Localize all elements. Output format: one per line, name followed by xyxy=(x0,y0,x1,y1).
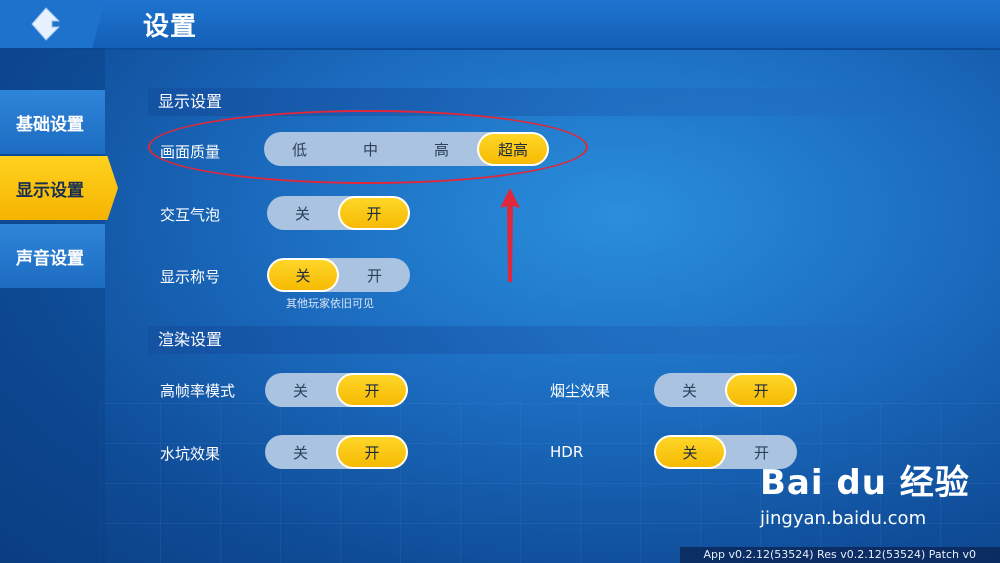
dust-on-option[interactable]: 开 xyxy=(725,373,797,407)
high-fps-label: 高帧率模式 xyxy=(160,382,236,400)
annotation-oval xyxy=(148,110,588,184)
watermark-logo: Bai du 经验 xyxy=(760,463,970,503)
bubbles-on-option[interactable]: 开 xyxy=(338,196,410,230)
bubbles-toggle: 关 开 xyxy=(267,196,410,230)
dust-off-option[interactable]: 关 xyxy=(654,373,725,407)
baidu-watermark: Bai du 经验 jingyan.baidu.com xyxy=(760,455,970,529)
sidebar-item-basic[interactable]: 基础设置 xyxy=(0,90,105,154)
dust-label: 烟尘效果 xyxy=(550,382,611,400)
version-footer: App v0.2.12(53524) Res v0.2.12(53524) Pa… xyxy=(680,547,1000,563)
back-button[interactable] xyxy=(0,0,105,48)
top-bar: 设置 xyxy=(0,0,1000,50)
titles-note: 其他玩家依旧可见 xyxy=(286,297,374,310)
high-fps-toggle: 关 开 xyxy=(265,373,408,407)
annotation-arrow-icon xyxy=(500,188,520,282)
render-section-header: 渲染设置 xyxy=(148,326,988,354)
titles-toggle: 关 开 xyxy=(267,258,410,292)
hdr-label: HDR xyxy=(550,443,584,461)
bubbles-off-option[interactable]: 关 xyxy=(267,196,338,230)
sidebar-item-display[interactable]: 显示设置 xyxy=(0,156,118,220)
titles-label: 显示称号 xyxy=(160,268,221,286)
bubbles-label: 交互气泡 xyxy=(160,206,221,224)
water-label: 水坑效果 xyxy=(160,445,221,463)
water-off-option[interactable]: 关 xyxy=(265,435,336,469)
page-title: 设置 xyxy=(143,12,198,42)
display-section-header: 显示设置 xyxy=(148,88,988,116)
water-toggle: 关 开 xyxy=(265,435,408,469)
dust-toggle: 关 开 xyxy=(654,373,797,407)
water-on-option[interactable]: 开 xyxy=(336,435,408,469)
titles-on-option[interactable]: 开 xyxy=(339,258,410,292)
hdr-off-option[interactable]: 关 xyxy=(654,435,726,469)
back-arrow-icon xyxy=(30,7,60,41)
titles-off-option[interactable]: 关 xyxy=(267,258,339,292)
watermark-url: jingyan.baidu.com xyxy=(760,508,927,529)
sidebar-item-sound[interactable]: 声音设置 xyxy=(0,224,105,288)
high-fps-on-option[interactable]: 开 xyxy=(336,373,408,407)
high-fps-off-option[interactable]: 关 xyxy=(265,373,336,407)
